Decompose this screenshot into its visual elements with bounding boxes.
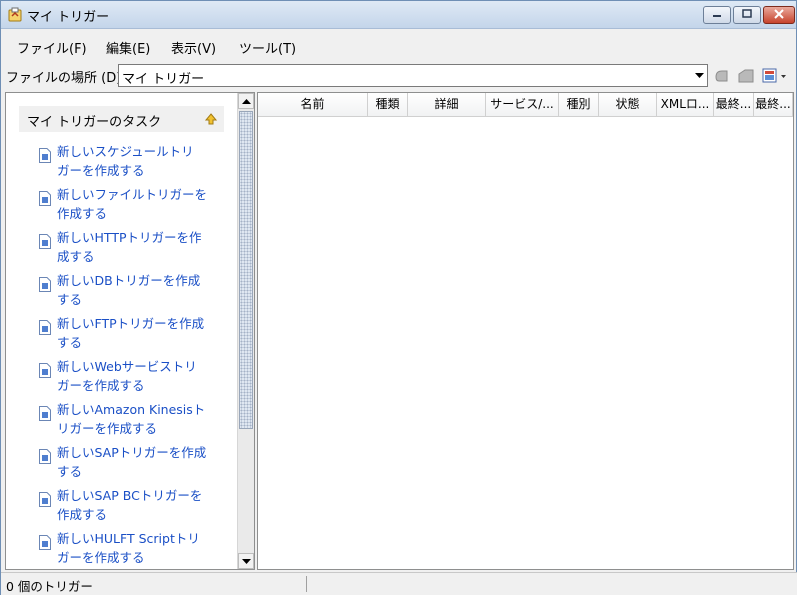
main-window: マイ トリガー ファイル(F) 編集(E) 表示(V) ツール(T) ファイルの… (0, 0, 797, 595)
column-header-last-2[interactable]: 最終... (754, 93, 793, 117)
document-icon (39, 277, 51, 292)
menu-edit[interactable]: 編集(E) (106, 38, 150, 57)
task-link-line1[interactable]: 新しいSAP BCトリガーを (57, 486, 219, 505)
document-icon (39, 535, 51, 550)
menu-bar: ファイル(F) 編集(E) 表示(V) ツール(T) (1, 30, 796, 60)
column-header-xml[interactable]: XMLロ... (657, 93, 714, 117)
status-bar: 0 個のトリガー (1, 572, 797, 595)
menu-file[interactable]: ファイル(F) (17, 38, 87, 57)
task-link-line2[interactable]: ガーを作成する (57, 548, 219, 567)
task-link-line2[interactable]: リガーを作成する (57, 419, 219, 438)
task-link-line2[interactable]: ガーを作成する (57, 161, 219, 180)
maximize-button[interactable] (733, 6, 761, 24)
task-link-line1[interactable]: 新しいHTTPトリガーを作 (57, 228, 219, 247)
task-link-line1[interactable]: 新しいAmazon Kinesisト (57, 400, 219, 419)
document-icon (39, 406, 51, 421)
menu-tools[interactable]: ツール(T) (239, 38, 296, 57)
column-header-last-1[interactable]: 最終... (714, 93, 754, 117)
task-link-line1[interactable]: 新しいSAPトリガーを作成 (57, 443, 219, 462)
close-button[interactable] (763, 6, 795, 24)
task-pane: マイ トリガーのタスク 新しいスケジュールトリ ガーを作成する 新しいファイルトリ… (5, 92, 255, 570)
task-link-line2[interactable]: する (57, 462, 219, 481)
title-bar[interactable]: マイ トリガー (1, 1, 796, 29)
status-separator (306, 576, 307, 592)
column-header-type[interactable]: 種類 (368, 93, 408, 117)
scroll-thumb[interactable] (239, 111, 253, 429)
view-options-icon[interactable] (761, 67, 789, 85)
task-link-line1[interactable]: 新しいHULFT Scriptトリ (57, 529, 219, 548)
document-icon (39, 492, 51, 507)
trigger-list[interactable]: 名前 種類 詳細 サービス/... 種別 状態 XMLロ... 最終... 最終… (257, 92, 794, 570)
chevron-down-icon (241, 554, 251, 568)
trigger-app-icon (7, 7, 23, 23)
task-link-line1[interactable]: 新しいWebサービストリ (57, 357, 219, 376)
task-link-line1[interactable]: 新しいFTPトリガーを作成 (57, 314, 219, 333)
task-link-line2[interactable]: する (57, 290, 219, 309)
up-folder-icon[interactable] (737, 67, 755, 85)
column-header-service[interactable]: サービス/... (486, 93, 559, 117)
address-bar: ファイルの場所 (D) マイ トリガー (1, 62, 796, 90)
document-icon (39, 320, 51, 335)
task-link-line2[interactable]: 成する (57, 247, 219, 266)
column-header-kind[interactable]: 種別 (559, 93, 599, 117)
address-combo[interactable]: マイ トリガー (118, 64, 708, 87)
document-icon (39, 191, 51, 206)
task-link-line1[interactable]: 新しいスケジュールトリ (57, 142, 219, 161)
status-text: 0 個のトリガー (6, 579, 93, 594)
document-icon (39, 449, 51, 464)
document-icon (39, 363, 51, 378)
window-title: マイ トリガー (27, 10, 110, 25)
minimize-button[interactable] (703, 6, 731, 24)
collapse-up-icon[interactable] (204, 112, 218, 126)
minimize-icon (711, 8, 723, 22)
task-link-line2[interactable]: 作成する (57, 204, 219, 223)
back-icon[interactable] (713, 67, 731, 85)
document-icon (39, 148, 51, 163)
address-value: マイ トリガー (122, 72, 205, 87)
chevron-up-icon (241, 94, 251, 108)
column-header-name[interactable]: 名前 (258, 93, 368, 117)
task-panel-title: マイ トリガーのタスク (27, 115, 162, 130)
document-icon (39, 234, 51, 249)
task-panel-header[interactable]: マイ トリガーのタスク (19, 106, 224, 132)
task-link-line1[interactable]: 新しいDBトリガーを作成 (57, 271, 219, 290)
column-header-state[interactable]: 状態 (599, 93, 657, 117)
task-link-line2[interactable]: する (57, 333, 219, 352)
scroll-up-button[interactable] (238, 93, 254, 109)
column-header-detail[interactable]: 詳細 (408, 93, 486, 117)
address-label: ファイルの場所 (D) (6, 71, 122, 86)
task-pane-scrollbar[interactable] (237, 93, 254, 569)
maximize-icon (741, 8, 753, 22)
close-icon (773, 8, 785, 22)
menu-view[interactable]: 表示(V) (171, 38, 216, 57)
task-link-line2[interactable]: ガーを作成する (57, 376, 219, 395)
chevron-down-icon[interactable] (691, 65, 707, 86)
task-link-line2[interactable]: 作成する (57, 505, 219, 524)
task-link-line1[interactable]: 新しいファイルトリガーを (57, 185, 219, 204)
scroll-down-button[interactable] (238, 553, 254, 569)
task-panel: マイ トリガーのタスク 新しいスケジュールトリ ガーを作成する 新しいファイルトリ… (19, 106, 224, 569)
